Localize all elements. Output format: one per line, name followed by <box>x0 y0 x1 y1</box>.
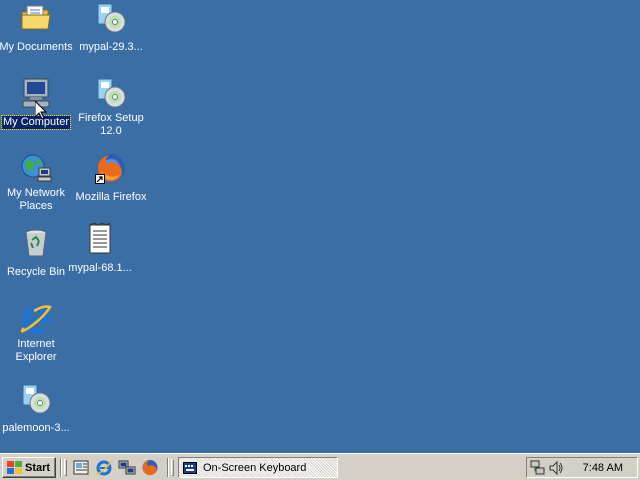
icon-label: mypal-68.1... <box>68 262 132 274</box>
desktop-icon-palemoon[interactable]: palemoon-3... <box>0 383 74 436</box>
recycle-bin-icon <box>20 227 52 259</box>
text-document-icon <box>84 222 116 255</box>
volume-icon[interactable] <box>548 460 564 476</box>
start-label: Start <box>25 461 51 474</box>
firefox-icon <box>95 152 127 184</box>
icon-label: My Computer <box>0 115 72 130</box>
installer-disc-icon <box>20 383 52 415</box>
system-tray: 7:48 AM <box>526 457 638 478</box>
internet-explorer-icon[interactable] <box>95 459 113 476</box>
desktop[interactable]: My Documents mypal-29.3... My Computer F… <box>0 0 640 453</box>
desktop-icon-mypal-68[interactable]: mypal-68.1... <box>62 222 138 276</box>
icon-label: palemoon-3... <box>2 422 70 434</box>
desktop-icon-internet-explorer[interactable]: Internet Explorer <box>0 303 74 365</box>
keyboard-icon <box>183 461 197 474</box>
icon-label: Internet Explorer <box>15 338 57 363</box>
desktop-icon-firefox-setup[interactable]: Firefox Setup 12.0 <box>73 77 149 139</box>
desktop-icon-mozilla-firefox[interactable]: Mozilla Firefox <box>73 152 149 205</box>
firefox-icon[interactable] <box>141 459 159 476</box>
network-places-icon <box>20 152 52 184</box>
taskbar-separator <box>167 458 169 477</box>
installer-disc-icon <box>95 77 127 109</box>
internet-explorer-icon <box>20 303 52 335</box>
desktop-icon-mypal-29[interactable]: mypal-29.3... <box>73 2 149 55</box>
start-button[interactable]: Start <box>2 457 56 478</box>
icon-label: mypal-29.3... <box>79 41 143 53</box>
network-tray-icon[interactable] <box>530 460 546 476</box>
desktop-icon-my-computer[interactable]: My Computer <box>0 77 74 130</box>
icon-label: My Documents <box>0 41 73 53</box>
network-icon[interactable] <box>118 459 136 476</box>
show-desktop-icon[interactable] <box>72 459 90 476</box>
task-label: On-Screen Keyboard <box>201 461 309 474</box>
computer-icon <box>20 77 52 109</box>
installer-disc-icon <box>95 2 127 34</box>
clock[interactable]: 7:48 AM <box>583 462 623 474</box>
desktop-icon-my-documents[interactable]: My Documents <box>0 2 74 55</box>
toolbar-grip[interactable] <box>64 459 67 476</box>
task-button-on-screen-keyboard[interactable]: On-Screen Keyboard <box>178 457 338 478</box>
windows-logo-icon <box>7 461 22 474</box>
shortcut-arrow-icon <box>95 174 105 184</box>
folder-documents-icon <box>20 2 52 34</box>
toolbar-grip[interactable] <box>171 459 174 476</box>
icon-label: Mozilla Firefox <box>75 191 147 203</box>
icon-label: Firefox Setup 12.0 <box>78 112 144 137</box>
desktop-icon-my-network-places[interactable]: My Network Places <box>0 152 74 214</box>
icon-label: Recycle Bin <box>6 266 66 278</box>
taskbar: Start On-Screen Keyboard 7:48 AM <box>0 453 640 480</box>
icon-label: My Network Places <box>6 187 66 212</box>
taskbar-separator <box>60 458 62 477</box>
